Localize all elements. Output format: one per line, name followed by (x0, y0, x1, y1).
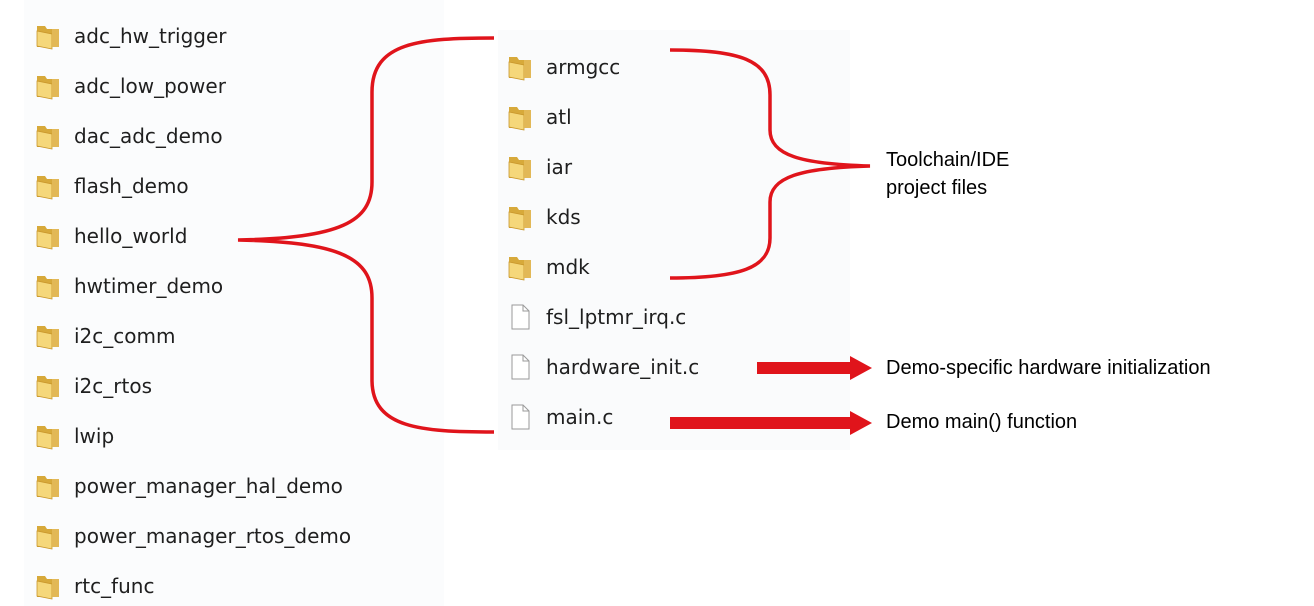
main-function-label: Demo main() function (886, 411, 1078, 433)
file-icon (506, 353, 534, 381)
left-file-list: adc_hw_trigger adc_low_power dac_adc_demof… (24, 0, 444, 606)
folder-item[interactable]: adc_hw_trigger (34, 16, 227, 56)
folder-item[interactable]: rtc_func (34, 566, 154, 606)
item-label: fsl_lptmr_irq.c (546, 305, 687, 329)
item-label: atl (546, 105, 572, 129)
item-label: kds (546, 205, 581, 229)
item-label: adc_low_power (74, 74, 226, 98)
item-label: adc_hw_trigger (74, 24, 227, 48)
item-label: rtc_func (74, 574, 155, 598)
item-label: dac_adc_demo (74, 124, 223, 148)
folder-icon (34, 422, 62, 450)
folder-item[interactable]: hello_world (34, 216, 187, 256)
item-label: mdk (546, 255, 590, 279)
folder-item[interactable]: i2c_comm (34, 316, 175, 356)
item-label: i2c_comm (74, 324, 176, 348)
item-label: iar (546, 155, 573, 179)
folder-item[interactable]: armgcc (506, 47, 620, 87)
folder-icon (34, 372, 62, 400)
folder-item[interactable]: dac_adc_demo (34, 116, 223, 156)
folder-icon (506, 153, 534, 181)
folder-item[interactable]: power_manager_rtos_demo (34, 516, 351, 556)
folder-icon (34, 472, 62, 500)
item-label: hwtimer_demo (74, 274, 224, 298)
folder-icon (506, 53, 534, 81)
folder-icon (34, 272, 62, 300)
item-label: power_manager_hal_demo (74, 474, 343, 498)
file-item[interactable]: hardware_init.c (506, 347, 699, 387)
folder-icon (34, 322, 62, 350)
toolchain-label: Toolchain/IDE project files (886, 146, 1009, 202)
item-label: hardware_init.c (546, 355, 700, 379)
item-label: main.c (546, 405, 614, 429)
folder-item[interactable]: lwip (34, 416, 114, 456)
folder-item[interactable]: hwtimer_demo (34, 266, 223, 306)
folder-icon (34, 72, 62, 100)
folder-item[interactable]: mdk (506, 247, 590, 287)
folder-icon (34, 22, 62, 50)
item-label: power_manager_rtos_demo (74, 524, 352, 548)
folder-icon (506, 103, 534, 131)
folder-icon (506, 203, 534, 231)
item-label: armgcc (546, 55, 621, 79)
toolchain-label-line2: project files (886, 177, 988, 199)
folder-item[interactable]: i2c_rtos (34, 366, 152, 406)
item-label: hello_world (74, 224, 188, 248)
folder-icon (34, 172, 62, 200)
file-icon (506, 303, 534, 331)
file-item[interactable]: fsl_lptmr_irq.c (506, 297, 686, 337)
item-label: lwip (74, 424, 115, 448)
folder-icon (34, 522, 62, 550)
folder-icon (34, 122, 62, 150)
item-label: i2c_rtos (74, 374, 152, 398)
folder-item[interactable]: adc_low_power (34, 66, 226, 106)
folder-item[interactable]: atl (506, 97, 572, 137)
toolchain-label-line1: Toolchain/IDE (886, 149, 1010, 171)
folder-item[interactable]: kds (506, 197, 581, 237)
folder-icon (34, 222, 62, 250)
hardware-init-label: Demo-specific hardware initialization (886, 357, 1211, 379)
hello-world-contents-list: armgcc atl iar kds mdk fsl_lptmr_irq.chardwar… (498, 30, 850, 450)
folder-item[interactable]: flash_demo (34, 166, 189, 206)
folder-icon (34, 572, 62, 600)
file-icon (506, 403, 534, 431)
folder-item[interactable]: power_manager_hal_demo (34, 466, 343, 506)
item-label: flash_demo (74, 174, 189, 198)
file-item[interactable]: main.c (506, 397, 613, 437)
folder-icon (506, 253, 534, 281)
folder-item[interactable]: iar (506, 147, 572, 187)
